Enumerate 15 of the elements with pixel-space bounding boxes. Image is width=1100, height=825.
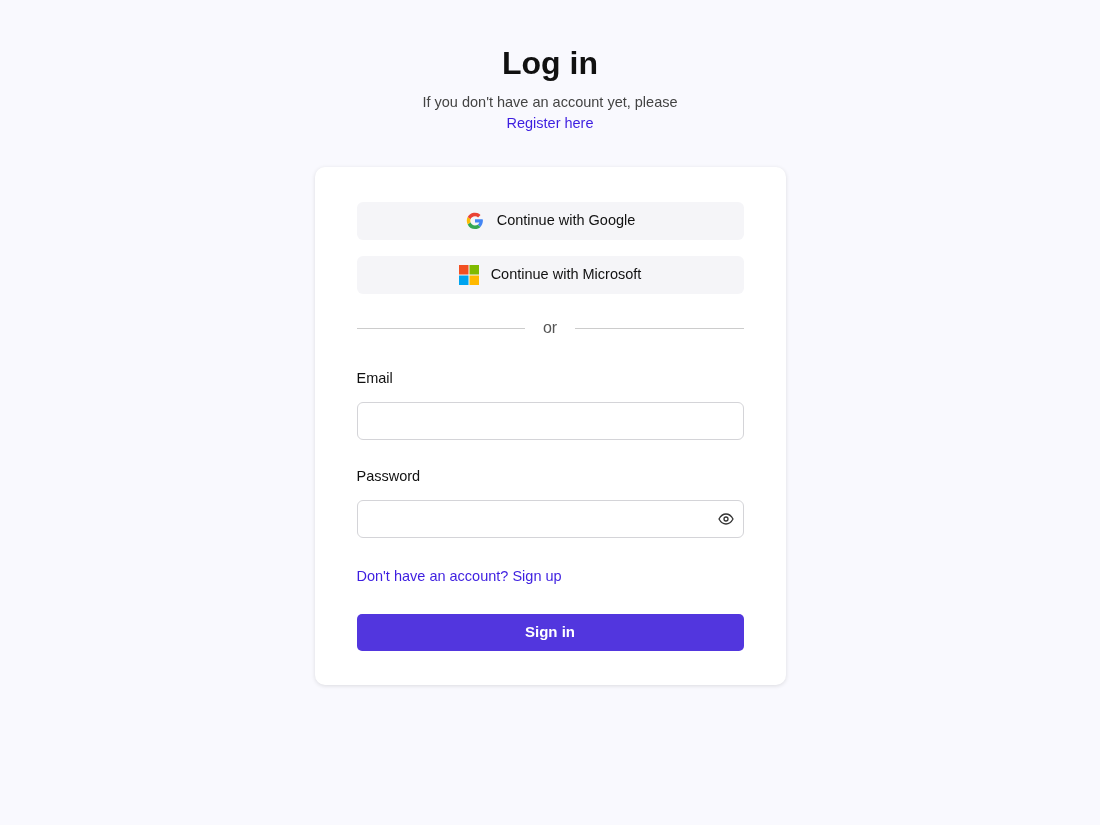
divider-text: or bbox=[542, 318, 558, 339]
sign-in-button[interactable]: Sign in bbox=[356, 613, 744, 651]
subtitle-text: If you don't have an account yet, please bbox=[422, 93, 678, 113]
register-link[interactable]: Register here bbox=[506, 113, 594, 136]
field-label: Email bbox=[356, 369, 394, 389]
password-field[interactable] bbox=[356, 499, 744, 538]
sign-in-button[interactable]: Continue with Microsoft bbox=[356, 256, 744, 295]
eye-icon[interactable] bbox=[717, 512, 734, 525]
google-icon bbox=[464, 211, 485, 232]
sign-up-link[interactable]: Don't have an account? Sign up bbox=[356, 567, 562, 584]
windows-icon bbox=[458, 265, 479, 286]
page-title: Log in bbox=[502, 44, 598, 83]
sign-in-button[interactable]: Continue with Google bbox=[356, 202, 744, 241]
field-label: Password bbox=[356, 466, 422, 486]
email-field[interactable] bbox=[356, 401, 744, 440]
